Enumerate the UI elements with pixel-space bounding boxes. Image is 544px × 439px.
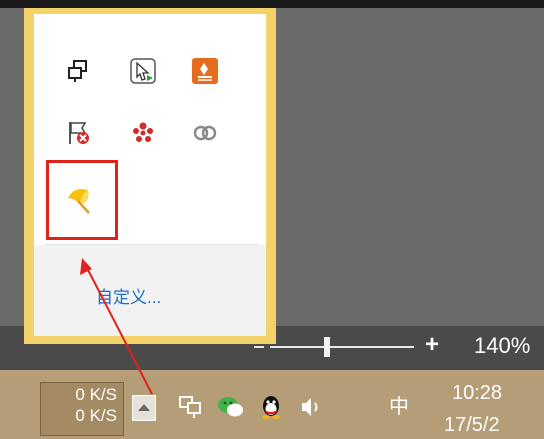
infinity-link-icon[interactable] (190, 118, 220, 148)
clock-date[interactable]: 17/5/2 (444, 414, 500, 436)
highlight-box (46, 160, 118, 240)
download-speed: 0 K/S (75, 406, 117, 425)
network-icon[interactable] (176, 392, 206, 422)
zoom-slider-thumb[interactable] (324, 337, 330, 357)
volume-icon[interactable] (296, 392, 326, 422)
wechat-icon[interactable] (216, 392, 246, 422)
clock-time[interactable]: 10:28 (452, 382, 502, 404)
network-speed-widget[interactable]: 0 K/S 0 K/S (40, 382, 124, 436)
top-strip (0, 0, 544, 8)
upload-speed: 0 K/S (75, 385, 117, 404)
customize-link[interactable]: 自定义... (96, 288, 161, 308)
app-orange-icon[interactable] (190, 56, 220, 86)
zoom-track-left (254, 346, 264, 348)
zoom-level-label: 140% (474, 333, 531, 358)
zoom-slider-track[interactable] (270, 346, 414, 348)
red-dots-icon[interactable] (128, 118, 158, 148)
qq-icon[interactable] (256, 392, 286, 422)
ime-indicator[interactable]: 中 (384, 392, 414, 422)
flag-error-icon[interactable] (64, 118, 94, 148)
display-switch-icon[interactable] (64, 56, 94, 86)
zoom-in-button[interactable]: + (420, 330, 444, 360)
cursor-play-icon[interactable] (128, 56, 158, 86)
show-hidden-icons-button[interactable] (132, 395, 156, 421)
